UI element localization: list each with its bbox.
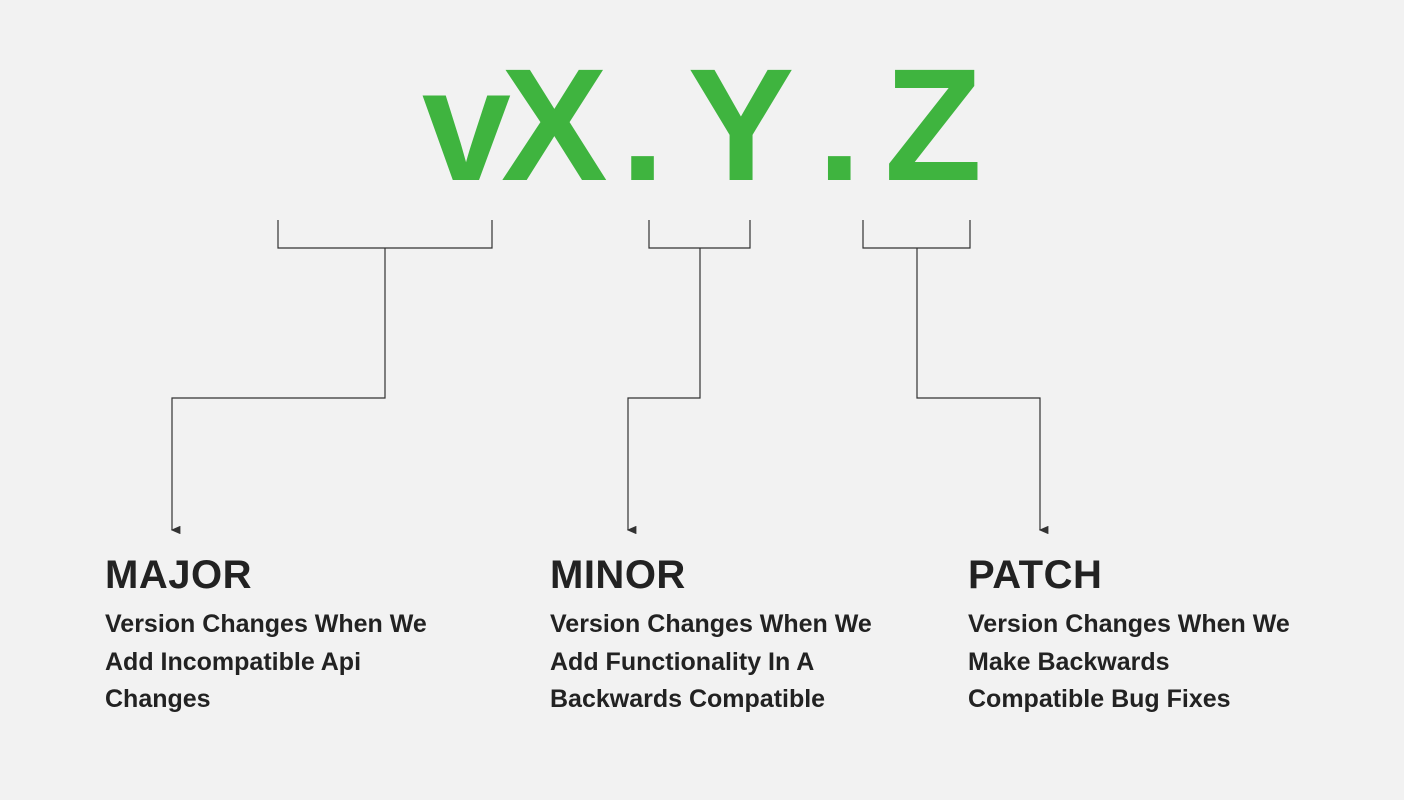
version-format: vX.Y.Z [0, 45, 1404, 205]
version-dot: . [794, 45, 884, 205]
version-dot: . [598, 45, 688, 205]
version-minor-symbol: Y [688, 35, 795, 214]
patch-section: PATCH Version Changes When We Make Backw… [968, 553, 1298, 719]
minor-description: Version Changes When We Add Functionalit… [550, 606, 880, 719]
minor-section: MINOR Version Changes When We Add Functi… [550, 553, 880, 719]
version-patch-symbol: Z [884, 35, 982, 214]
patch-description: Version Changes When We Make Backwards C… [968, 606, 1298, 719]
patch-title: PATCH [968, 553, 1298, 598]
minor-title: MINOR [550, 553, 880, 598]
major-section: MAJOR Version Changes When We Add Incomp… [105, 553, 435, 719]
major-title: MAJOR [105, 553, 435, 598]
major-description: Version Changes When We Add Incompatible… [105, 606, 435, 719]
semver-diagram: vX.Y.Z MAJOR Version Changes When We Add… [0, 0, 1404, 800]
version-major-symbol: vX [422, 35, 598, 214]
